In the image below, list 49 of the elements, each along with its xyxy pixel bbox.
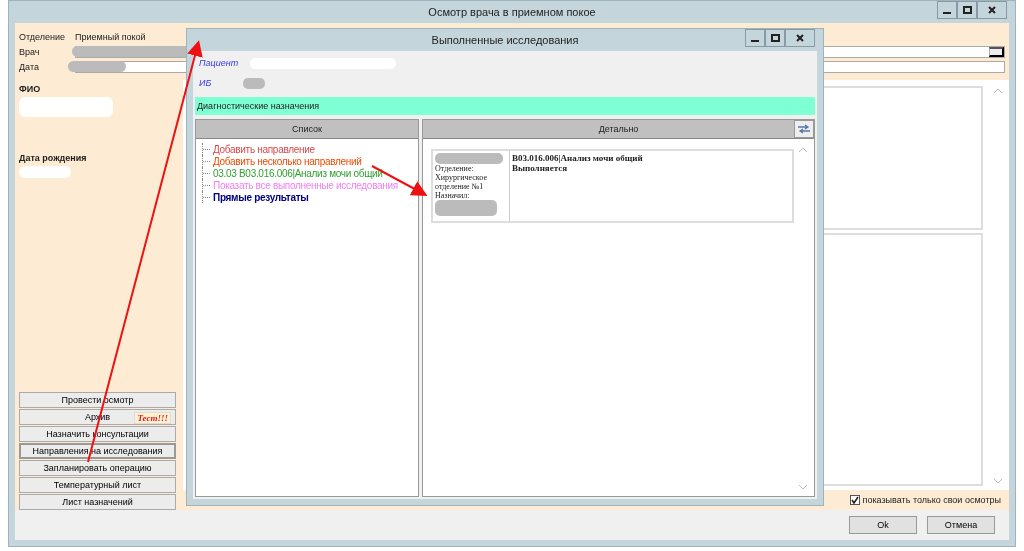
field-label: ФИО xyxy=(19,84,42,94)
card-label: Отделение: xyxy=(435,164,475,173)
tree-item[interactable]: 03.03 B03.016.006|Анализ мочи общий xyxy=(213,167,383,179)
test-badge: Тест!!! xyxy=(134,412,171,424)
redacted-field xyxy=(19,166,71,178)
card-label: Назначил: xyxy=(435,191,471,200)
status-text: Выполняется xyxy=(512,163,569,173)
checkbox-label: показывать только свои осмотры xyxy=(862,495,1001,505)
refresh-button[interactable] xyxy=(794,120,814,138)
action-button[interactable]: Направления на исследования xyxy=(19,443,176,459)
checkbox[interactable] xyxy=(849,495,860,505)
action-button[interactable]: Лист назначений xyxy=(19,494,176,510)
test-name: B03.016.006|Анализ мочи общий xyxy=(512,153,644,163)
field-label: Врач xyxy=(19,46,41,57)
redacted-field xyxy=(243,77,265,89)
maximize-icon xyxy=(770,34,780,42)
field-label: Дата рождения xyxy=(19,153,88,163)
maximize-button[interactable] xyxy=(957,1,977,19)
field-label: ИБ xyxy=(199,78,213,88)
field-label: Отделение xyxy=(19,31,67,42)
tree-item[interactable]: Добавить несколько направлений xyxy=(213,155,362,167)
card-value: Хирургическое отделение №1 xyxy=(435,173,488,191)
tree-item[interactable]: Прямые результаты xyxy=(213,191,309,203)
close-button[interactable] xyxy=(977,1,1007,19)
redacted-field xyxy=(435,153,503,164)
maximize-icon xyxy=(962,6,972,14)
close-button[interactable] xyxy=(785,29,815,47)
browse-button[interactable] xyxy=(989,46,1004,57)
column-header: Детально xyxy=(598,124,639,134)
maximize-button[interactable] xyxy=(765,29,785,47)
action-button[interactable]: Температурный лист xyxy=(19,477,176,493)
close-icon xyxy=(796,34,804,42)
footer-button[interactable]: Ok xyxy=(849,516,917,534)
field-label: Пациент xyxy=(199,58,240,68)
minimize-button[interactable] xyxy=(745,29,765,47)
tree-item[interactable]: Добавить направление xyxy=(213,143,315,155)
redacted-field xyxy=(435,200,497,216)
arrows-icon xyxy=(797,124,811,134)
field-label: Дата xyxy=(19,61,40,72)
column-header: Список xyxy=(196,120,418,139)
action-button[interactable]: Запланировать операцию xyxy=(19,460,176,476)
section-bar: Диагностические назначения xyxy=(195,97,815,115)
footer-button[interactable]: Отмена xyxy=(927,516,995,534)
field-value: Приемный покой xyxy=(75,31,146,42)
close-icon xyxy=(988,6,996,14)
minimize-button[interactable] xyxy=(937,1,957,19)
window-title: Осмотр врача в приемном покое xyxy=(428,6,596,18)
check-icon xyxy=(850,496,859,504)
dialog-title: Выполненные исследования xyxy=(431,34,579,46)
